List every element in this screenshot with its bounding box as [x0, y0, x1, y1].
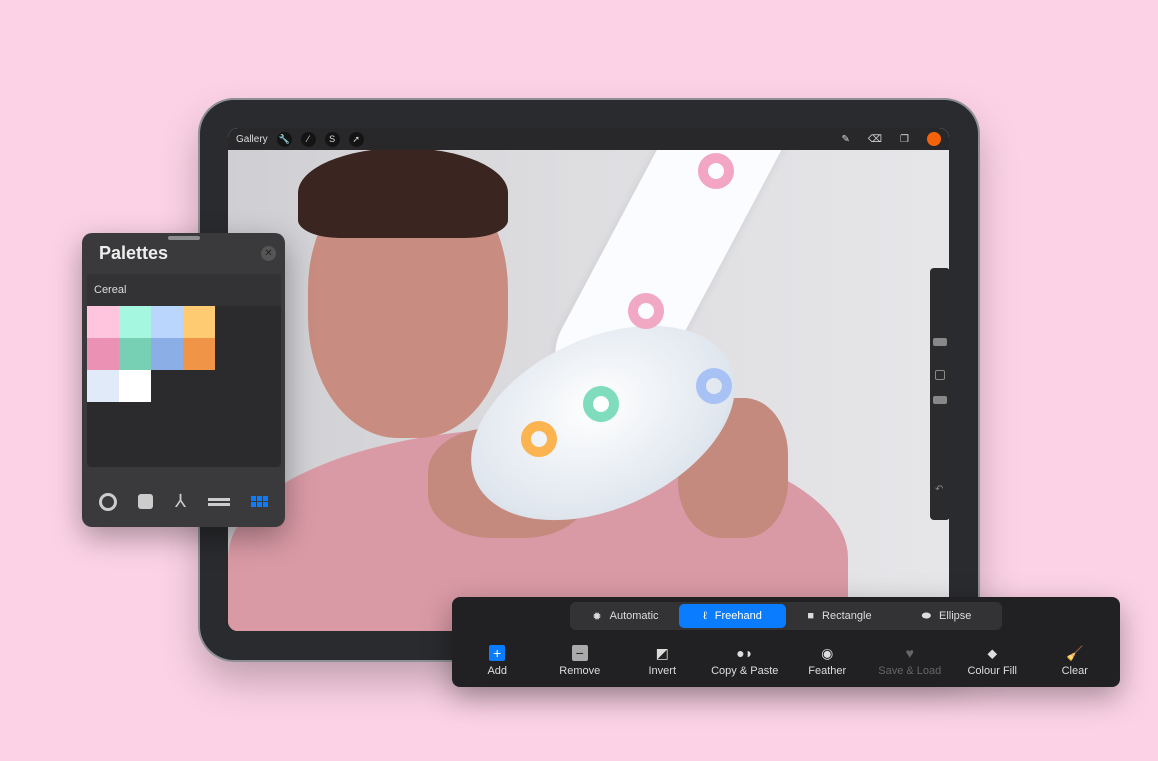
cereal-loop [583, 386, 619, 422]
layers-icon[interactable]: ❐ [900, 134, 909, 145]
harmony-icon[interactable]: ⅄ [175, 491, 186, 512]
add-button[interactable]: + Add [457, 645, 537, 677]
mode-freehand[interactable]: ℓ Freehand [679, 604, 786, 628]
gallery-button[interactable]: Gallery [236, 134, 268, 145]
colour-fill-button[interactable]: ⬥ Colour Fill [952, 645, 1032, 677]
classic-icon[interactable] [138, 494, 154, 509]
feather-icon: ◉ [821, 645, 834, 661]
mode-label: Rectangle [822, 610, 872, 622]
action-label: Feather [808, 665, 847, 677]
automatic-icon: ✹ [592, 610, 602, 623]
copy-paste-icon: ●◗ [736, 645, 754, 661]
mode-label: Freehand [714, 610, 762, 622]
freehand-icon: ℓ [703, 610, 707, 622]
invert-icon: ◩ [655, 645, 669, 661]
panel-title: Palettes [99, 243, 169, 263]
opacity-slider[interactable] [933, 396, 947, 404]
remove-icon: − [571, 645, 588, 661]
add-icon: + [489, 645, 506, 661]
cereal-loop [628, 293, 664, 329]
cereal-loop [696, 368, 732, 404]
transform-icon[interactable]: ➚ [348, 131, 364, 147]
eraser-icon[interactable]: ⌫ [868, 134, 882, 145]
smudge-icon[interactable]: ✎ [842, 134, 850, 145]
palette-card: Cereal [87, 274, 281, 467]
mode-rectangle[interactable]: ■ Rectangle [786, 604, 893, 628]
color-swatch[interactable] [87, 370, 119, 402]
procreate-toolbar: Gallery 🔧 ⁄ S ➚ ✎ ⌫ ❐ [228, 128, 949, 150]
palettes-grid-icon[interactable] [251, 496, 269, 507]
color-swatch[interactable] [87, 338, 119, 370]
action-label: Invert [648, 665, 676, 677]
photo-hair [298, 148, 508, 238]
cereal-loop [698, 153, 734, 189]
modify-button[interactable] [935, 370, 945, 380]
swatch-grid [87, 306, 281, 402]
copy-paste-button[interactable]: ●◗ Copy & Paste [705, 645, 785, 677]
cereal-loop [521, 421, 557, 457]
mode-automatic[interactable]: ✹ Automatic [572, 604, 679, 628]
disc-icon[interactable] [98, 492, 117, 511]
brush-size-slider[interactable] [933, 338, 947, 346]
action-label: Add [487, 665, 508, 677]
mode-label: Automatic [609, 610, 659, 622]
brush-sidebar: ↶ [930, 268, 950, 520]
action-label: Clear [1061, 665, 1088, 677]
palette-name: Cereal [87, 274, 281, 306]
rectangle-icon: ■ [807, 610, 815, 622]
color-swatch[interactable] [151, 338, 183, 370]
mode-label: Ellipse [939, 610, 972, 622]
value-icon[interactable] [207, 497, 230, 506]
undo-icon[interactable]: ↶ [935, 484, 943, 495]
color-swatch[interactable] [119, 370, 151, 402]
color-picker-button[interactable] [927, 132, 941, 146]
canvas[interactable]: Gallery 🔧 ⁄ S ➚ ✎ ⌫ ❐ [228, 128, 949, 631]
color-swatch[interactable] [151, 306, 183, 338]
action-label: Save & Load [878, 665, 942, 677]
palettes-panel: Palettes ✕ Cereal ⅄ [82, 233, 285, 527]
color-swatch[interactable] [183, 306, 215, 338]
feather-button[interactable]: ◉ Feather [787, 645, 867, 677]
selection-modes: ✹ Automatic ℓ Freehand ■ Rectangle ⬬ Ellipse [570, 602, 1002, 630]
selection-toolbar: ✹ Automatic ℓ Freehand ■ Rectangle ⬬ Ellipse + A… [452, 597, 1120, 687]
clear-button[interactable]: 🧹 Clear [1035, 645, 1115, 677]
colour-fill-icon: ⬥ [987, 645, 998, 661]
magic-wand-icon[interactable]: ⁄ [300, 131, 316, 147]
close-icon[interactable]: ✕ [261, 246, 276, 261]
action-label: Remove [559, 665, 601, 677]
invert-button[interactable]: ◩ Invert [622, 645, 702, 677]
ipad-frame: Gallery 🔧 ⁄ S ➚ ✎ ⌫ ❐ [200, 100, 978, 660]
action-label: Colour Fill [967, 665, 1017, 677]
ellipse-icon: ⬬ [921, 609, 931, 622]
heart-icon: ♥ [905, 645, 914, 661]
selection-icon[interactable]: S [324, 131, 340, 147]
mode-ellipse[interactable]: ⬬ Ellipse [893, 604, 1000, 628]
color-swatch[interactable] [87, 306, 119, 338]
wrench-icon[interactable]: 🔧 [276, 131, 292, 147]
color-swatch[interactable] [119, 338, 151, 370]
color-swatch[interactable] [119, 306, 151, 338]
remove-button[interactable]: − Remove [540, 645, 620, 677]
color-mode-tabs: ⅄ [82, 491, 285, 512]
save-load-button[interactable]: ♥ Save & Load [870, 645, 950, 677]
action-label: Copy & Paste [711, 665, 779, 677]
drag-handle[interactable] [168, 236, 200, 240]
selection-actions: + Add − Remove ◩ Invert ●◗ Copy & Paste ◉ Feather… [452, 645, 1120, 677]
color-swatch[interactable] [183, 338, 215, 370]
clear-icon: 🧹 [1066, 645, 1084, 661]
